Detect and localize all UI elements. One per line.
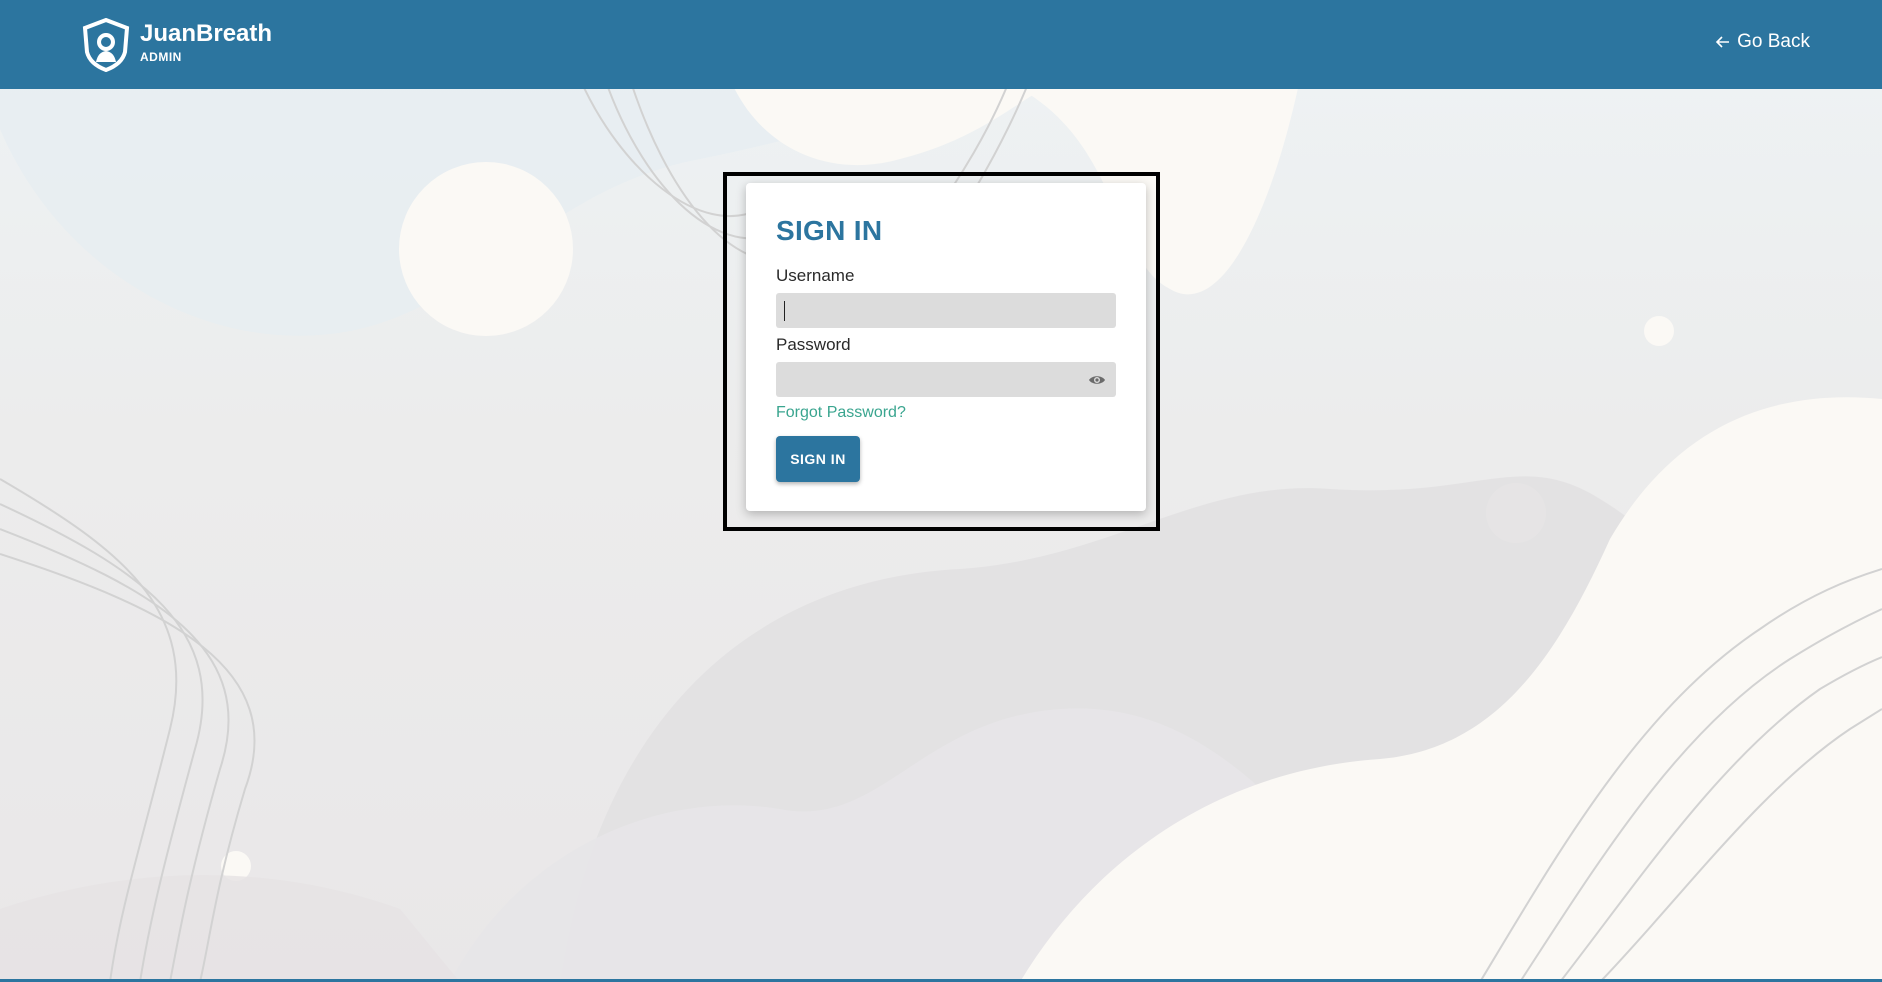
go-back-button[interactable]: Go Back (1715, 31, 1810, 53)
text-caret (784, 301, 785, 321)
sign-in-card: SIGN IN Username Password Forgot Passwor… (746, 183, 1146, 511)
password-field-wrapper (776, 362, 1116, 397)
brand[interactable]: JuanBreath ADMIN (82, 18, 272, 72)
brand-name: JuanBreath (140, 20, 273, 47)
username-input[interactable] (776, 293, 1116, 328)
go-back-label: Go Back (1737, 31, 1810, 52)
sign-in-button[interactable]: SIGN IN (776, 436, 860, 482)
username-label: Username (776, 266, 855, 285)
top-bar: JuanBreath ADMIN Go Back (0, 0, 1882, 89)
password-input[interactable] (776, 362, 1116, 397)
shield-person-icon (82, 18, 130, 72)
password-label: Password (776, 335, 851, 354)
brand-subtitle: ADMIN (140, 50, 182, 64)
forgot-password-link[interactable]: Forgot Password? (776, 404, 906, 422)
arrow-left-icon (1715, 36, 1730, 48)
sign-in-title: SIGN IN (776, 215, 883, 246)
eye-icon[interactable] (1088, 371, 1106, 389)
